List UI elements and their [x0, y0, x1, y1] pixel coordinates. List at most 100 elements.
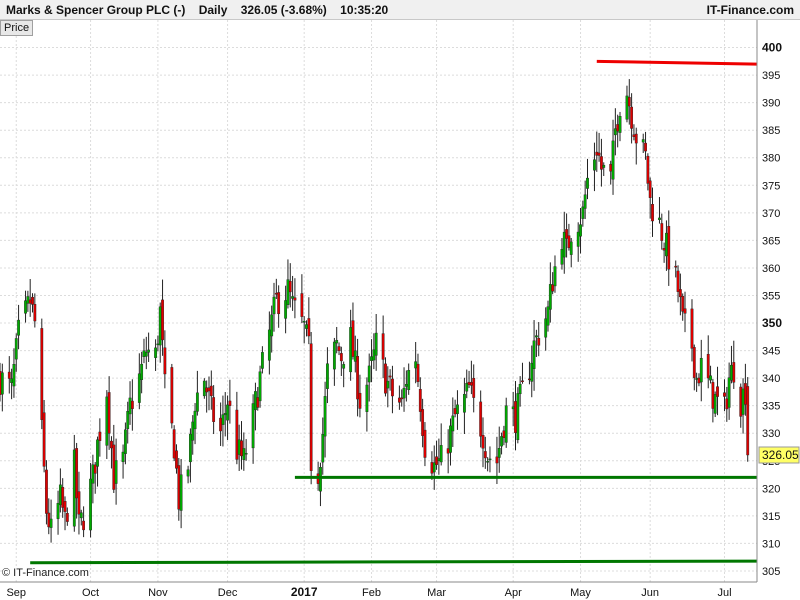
candle-body	[469, 382, 473, 386]
candle-body	[110, 440, 113, 449]
candle-body	[193, 410, 197, 430]
x-tick-label: Mar	[427, 587, 446, 599]
y-tick-label: 320	[762, 483, 780, 495]
candle-body	[658, 217, 661, 220]
candle-body	[727, 377, 731, 408]
candle-body	[402, 387, 406, 399]
candle-body	[144, 352, 148, 357]
candle-body	[170, 367, 174, 424]
candle-body	[567, 235, 571, 249]
x-tick-label: Feb	[362, 587, 381, 599]
candle-body	[681, 296, 685, 312]
candle-body	[683, 308, 687, 314]
y-tick-label: 375	[762, 180, 780, 192]
candle-body	[372, 349, 376, 361]
candle-body	[93, 464, 97, 474]
candle-body	[300, 293, 304, 317]
candle	[516, 387, 520, 444]
candle-body	[646, 155, 650, 184]
candle-body	[47, 512, 51, 528]
candle-body	[163, 347, 167, 375]
candle-body	[583, 194, 587, 209]
candle-body	[158, 306, 162, 346]
candle-body	[305, 324, 308, 329]
candle-body	[625, 95, 629, 120]
candle-body	[137, 373, 141, 403]
candle-body	[502, 430, 506, 439]
y-tick-label: 305	[762, 566, 780, 578]
y-tick-label: 360	[762, 263, 780, 275]
candle-body	[437, 458, 441, 462]
candle-body	[576, 231, 580, 247]
candle-body	[418, 388, 422, 412]
candle-body	[82, 520, 85, 531]
y-tick-label: 310	[762, 538, 780, 550]
candle-body	[370, 356, 373, 361]
candle-body	[692, 347, 696, 378]
candle-body	[79, 512, 83, 519]
candle-body	[648, 180, 652, 198]
candle-body	[147, 349, 151, 353]
candle-body	[616, 124, 620, 132]
y-tick-label: 390	[762, 98, 780, 110]
candle	[172, 425, 176, 462]
y-tick-label: 370	[762, 208, 780, 220]
candle-body	[63, 501, 67, 512]
candle-body	[91, 464, 95, 484]
candle-body	[516, 393, 520, 441]
candle-body	[500, 436, 503, 447]
candle-body	[286, 279, 290, 305]
candle-body	[641, 139, 645, 143]
x-tick-label: Sep	[6, 587, 26, 599]
brand-label: IT-Finance.com	[706, 3, 794, 17]
candle-body	[518, 384, 522, 395]
candle-body	[711, 382, 715, 409]
candle	[309, 331, 313, 485]
candle-body	[17, 319, 20, 336]
candle-body	[690, 308, 694, 349]
candle-body	[435, 456, 438, 465]
plot-area	[0, 20, 757, 582]
candle-body	[579, 224, 582, 237]
candle-body	[421, 409, 425, 436]
candle-body	[291, 296, 294, 299]
candle-body	[630, 106, 634, 129]
candle-body	[632, 134, 636, 137]
candle-body	[365, 384, 369, 412]
candle-body	[743, 383, 747, 405]
candle-body	[172, 429, 176, 459]
candle-body	[42, 412, 46, 467]
price-panel-tab[interactable]: Price	[0, 20, 34, 36]
chart-header: Marks & Spencer Group PLC (-) Daily 326.…	[0, 0, 800, 20]
x-tick-label: Jun	[641, 587, 659, 599]
candle-body	[495, 456, 499, 464]
candle-body	[537, 338, 541, 346]
candle-body	[486, 461, 490, 463]
candle-body	[335, 340, 339, 344]
candle-body	[126, 411, 130, 430]
candle-body	[140, 363, 144, 380]
candle-body	[31, 296, 34, 305]
candle-body	[548, 284, 552, 310]
candle-body	[634, 133, 638, 144]
candle-body	[667, 225, 671, 270]
candle-body	[699, 357, 703, 383]
candle-body	[332, 341, 336, 370]
candle-body	[260, 352, 264, 369]
candle-body	[14, 338, 18, 360]
candle-body	[244, 453, 248, 455]
candle-body	[581, 206, 585, 219]
candle-body	[26, 296, 30, 304]
candle-body	[449, 425, 452, 453]
candle-body	[293, 297, 297, 301]
candle-body	[651, 204, 654, 222]
candle-body	[627, 97, 631, 107]
candle-body	[709, 375, 712, 381]
y-tick-label: 355	[762, 290, 780, 302]
candle-body	[597, 152, 601, 156]
x-tick-label: 2017	[291, 585, 318, 599]
candle-body	[207, 387, 211, 392]
candle-body	[497, 448, 501, 458]
candle-body	[551, 284, 555, 292]
candle-body	[397, 397, 401, 403]
